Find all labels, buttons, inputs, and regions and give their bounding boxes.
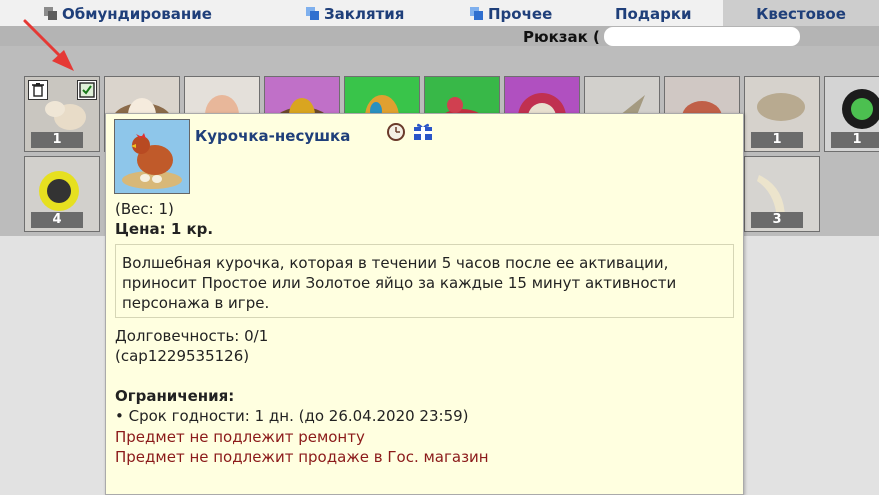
item-slot-dino-skull[interactable]: 1 — [744, 76, 820, 152]
item-name: Курочка-несушка — [195, 127, 351, 145]
item-count: 1 — [831, 132, 879, 148]
hen-icon — [114, 119, 190, 194]
item-count: 1 — [31, 132, 83, 148]
tab-quest[interactable]: Квестовое — [723, 0, 879, 26]
item-slot-bone-claw[interactable]: 3 — [744, 156, 820, 232]
restrictions-title: Ограничения: — [115, 387, 235, 405]
clock-icon — [387, 123, 405, 141]
item-count: 1 — [751, 132, 803, 148]
item-weight: (Вес: 1) — [115, 200, 174, 218]
tab-spells[interactable]: Заклятия — [306, 0, 404, 26]
item-count: 4 — [31, 212, 83, 228]
blue-squares-icon — [470, 7, 483, 20]
backpack-header: Рюкзак ( — [0, 26, 879, 46]
item-description: Волшебная курочка, которая в течении 5 ч… — [115, 244, 734, 318]
expiry-date: • Срок годности: 1 дн. (до 26.04.2020 23… — [115, 407, 469, 425]
redacted-mask — [604, 27, 800, 46]
item-count: 3 — [751, 212, 803, 228]
tab-gifts[interactable]: Подарки — [615, 0, 692, 26]
item-price: Цена: 1 кр. — [115, 220, 214, 238]
item-slot-green-emblem[interactable]: 1 — [824, 76, 879, 152]
item-durability: Долговечность: 0/1 — [115, 327, 269, 345]
tab-other[interactable]: Прочее — [470, 0, 552, 26]
tab-equipment[interactable]: Обмундирование — [44, 0, 212, 26]
blue-squares-icon — [306, 7, 319, 20]
grey-squares-icon — [44, 7, 57, 20]
checkbox-icon[interactable] — [77, 80, 97, 100]
category-tabs: Обмундирование Заклятия Прочее Подарки К… — [0, 0, 879, 26]
warning-no-repair: Предмет не подлежит ремонту — [115, 428, 365, 446]
trash-icon[interactable] — [28, 80, 48, 100]
gift-icon — [414, 123, 432, 140]
description-line: персонажа в игре. — [122, 294, 270, 312]
item-code: (cap1229535126) — [115, 347, 250, 365]
description-line: Волшебная курочка, которая в течении 5 ч… — [122, 254, 669, 272]
backpack-title: Рюкзак ( — [523, 28, 600, 46]
description-line: приносит Простое или Золотое яйцо за каж… — [122, 274, 677, 292]
item-slot-lightning-rune[interactable]: 4 — [24, 156, 100, 232]
item-tooltip: Курочка-несушка (Вес: 1) Цена: 1 кр. Вол… — [105, 113, 744, 495]
warning-no-sale: Предмет не подлежит продаже в Гос. магаз… — [115, 448, 489, 466]
